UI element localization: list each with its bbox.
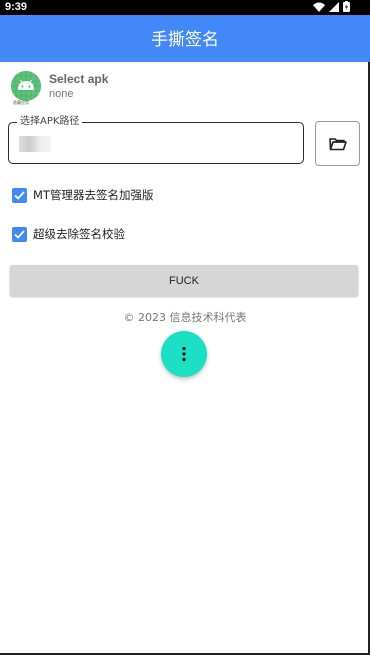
copyright-text: © 2023 信息技术科代表 [123, 311, 247, 324]
fuck-button[interactable]: FUCK [10, 265, 358, 296]
option-remove-verification[interactable]: 超级去除签名校验 [12, 225, 125, 243]
select-apk-card[interactable]: 隐藏应用 Select apk none [11, 71, 351, 105]
browse-folder-button[interactable] [315, 121, 360, 166]
folder-open-icon [328, 137, 347, 150]
android-app-icon [11, 71, 41, 101]
option-mt-signature[interactable]: MT管理器去签名加强版 [12, 186, 153, 204]
option-label-remove-verification: 超级去除签名校验 [33, 227, 125, 241]
app-bar: 手撕签名 [0, 15, 370, 62]
more-vertical-icon [182, 346, 186, 362]
status-time: 9:39 [5, 1, 28, 13]
app-title: 手撕签名 [151, 30, 219, 50]
select-apk-title: Select apk [49, 72, 109, 86]
checkmark-icon [14, 229, 25, 239]
option-label-mt-signature: MT管理器去签名加强版 [33, 188, 154, 202]
apk-path-field[interactable]: 选择APK路径 [8, 115, 304, 164]
apk-path-label: 选择APK路径 [17, 115, 83, 129]
status-bar: 9:39 [0, 0, 370, 15]
checkbox-mt-signature[interactable] [12, 187, 27, 203]
wifi-icon [313, 2, 325, 12]
system-icons [313, 1, 350, 12]
more-options-fab[interactable] [161, 331, 207, 377]
apk-path-input[interactable] [17, 131, 291, 157]
signal-icon [329, 1, 339, 12]
battery-icon [343, 1, 350, 12]
app-icon-caption: 隐藏应用 [13, 100, 29, 105]
selected-apk-name: none [49, 88, 74, 100]
checkmark-icon [14, 190, 25, 200]
checkbox-remove-verification[interactable] [12, 226, 27, 242]
